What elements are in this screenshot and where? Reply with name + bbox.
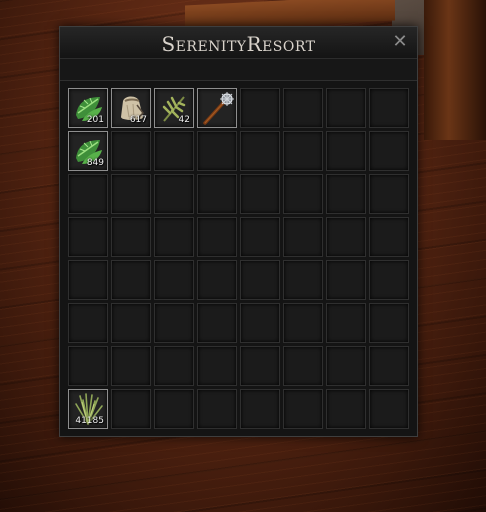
inventory-slot[interactable]	[197, 389, 237, 429]
inventory-slot[interactable]	[240, 260, 280, 300]
inventory-slot[interactable]	[326, 131, 366, 171]
inventory-slot[interactable]	[240, 389, 280, 429]
inventory-slot[interactable]: 617	[111, 88, 151, 128]
inventory-slot[interactable]	[68, 346, 108, 386]
inventory-slot[interactable]	[68, 174, 108, 214]
inventory-slot[interactable]	[197, 260, 237, 300]
inventory-slot[interactable]	[111, 131, 151, 171]
inventory-slot[interactable]	[111, 303, 151, 343]
inventory-slot[interactable]	[326, 260, 366, 300]
inventory-slot[interactable]	[369, 88, 409, 128]
inventory-slot[interactable]	[197, 174, 237, 214]
inventory-slot[interactable]	[326, 88, 366, 128]
window-title: SerenityResort	[161, 32, 316, 56]
inventory-slot[interactable]	[283, 88, 323, 128]
inventory-slot[interactable]	[283, 174, 323, 214]
inventory-slot[interactable]	[283, 303, 323, 343]
inventory-slot[interactable]	[369, 346, 409, 386]
inventory-slot[interactable]	[154, 260, 194, 300]
inventory-slot[interactable]	[326, 217, 366, 257]
inventory-slot[interactable]	[154, 131, 194, 171]
inventory-slot[interactable]	[369, 131, 409, 171]
item-count: 42	[178, 115, 190, 125]
item-count: 849	[86, 158, 104, 168]
inventory-slot[interactable]	[111, 260, 151, 300]
inventory-slot[interactable]	[369, 260, 409, 300]
inventory-slot[interactable]	[283, 389, 323, 429]
inventory-slot[interactable]	[240, 131, 280, 171]
inventory-slot[interactable]	[197, 303, 237, 343]
inventory-slot[interactable]: 41185	[68, 389, 108, 429]
item-count: 201	[86, 115, 104, 125]
inventory-slot[interactable]	[154, 346, 194, 386]
inventory-slot[interactable]	[283, 131, 323, 171]
inventory-slot[interactable]	[197, 131, 237, 171]
inventory-slot[interactable]	[197, 88, 237, 128]
inventory-slot[interactable]	[240, 88, 280, 128]
inventory-slot[interactable]	[111, 174, 151, 214]
inventory-slot[interactable]	[111, 389, 151, 429]
inventory-slot[interactable]	[111, 346, 151, 386]
inventory-slot[interactable]	[68, 260, 108, 300]
inventory-window: SerenityResort ✕ 201 617 42 849 41185	[59, 26, 418, 437]
inventory-slot[interactable]	[154, 217, 194, 257]
inventory-slot[interactable]	[197, 217, 237, 257]
inventory-slot[interactable]	[68, 303, 108, 343]
inventory-slot[interactable]	[369, 303, 409, 343]
item-count: 617	[129, 115, 147, 125]
window-subbar	[60, 59, 417, 81]
inventory-slot[interactable]	[369, 174, 409, 214]
inventory-slot[interactable]	[240, 303, 280, 343]
inventory-grid: 201 617 42 849 41185	[68, 88, 409, 429]
inventory-slot[interactable]: 201	[68, 88, 108, 128]
inventory-slot[interactable]: 42	[154, 88, 194, 128]
inventory-slot[interactable]	[197, 346, 237, 386]
inventory-slot[interactable]	[326, 303, 366, 343]
inventory-slot[interactable]	[326, 389, 366, 429]
inventory-slot[interactable]	[369, 217, 409, 257]
inventory-slot[interactable]	[111, 217, 151, 257]
inventory-slot[interactable]	[240, 174, 280, 214]
background-wooden-post	[424, 0, 486, 140]
inventory-slot[interactable]	[154, 389, 194, 429]
inventory-slot[interactable]	[326, 346, 366, 386]
item-count: 41185	[75, 416, 104, 426]
inventory-slot[interactable]	[283, 260, 323, 300]
inventory-slot[interactable]	[68, 217, 108, 257]
inventory-slot[interactable]	[240, 217, 280, 257]
inventory-slot[interactable]	[369, 389, 409, 429]
inventory-slot[interactable]	[240, 346, 280, 386]
inventory-slot[interactable]: 849	[68, 131, 108, 171]
inventory-slot[interactable]	[283, 217, 323, 257]
inventory-slot[interactable]	[154, 303, 194, 343]
inventory-slot[interactable]	[326, 174, 366, 214]
window-titlebar[interactable]: SerenityResort ✕	[60, 27, 417, 59]
inventory-slot[interactable]	[283, 346, 323, 386]
close-icon[interactable]: ✕	[392, 33, 408, 51]
inventory-slot[interactable]	[154, 174, 194, 214]
